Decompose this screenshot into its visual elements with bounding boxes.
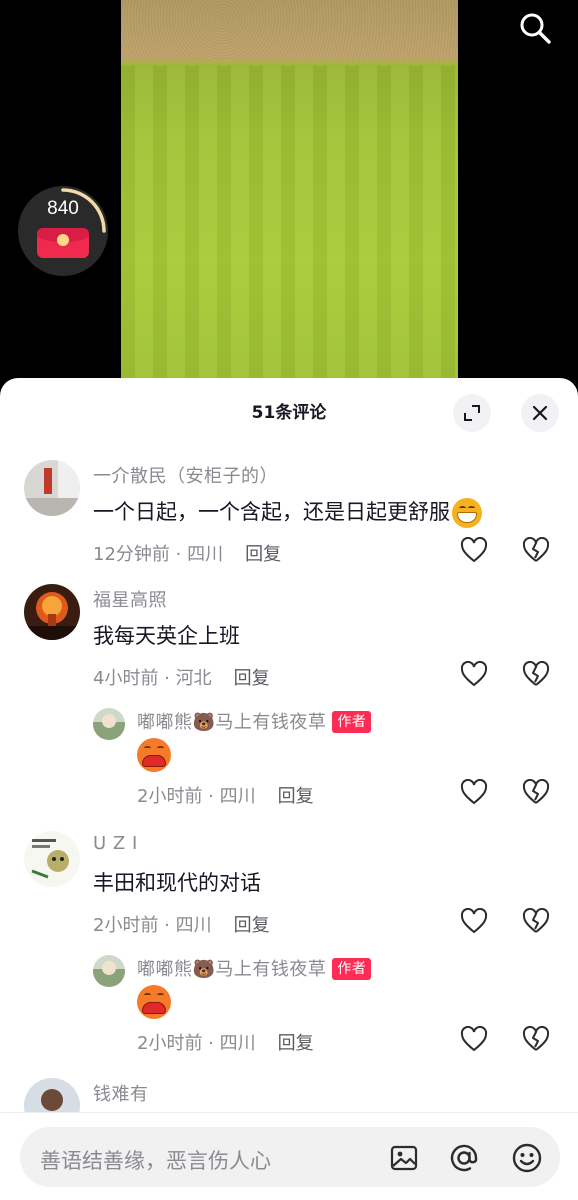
- comment-time: 4小时前 · 河北: [93, 668, 212, 689]
- comment-item: 一介散民（安柜子的） 一个日起，一个含起，还是日起更舒服 12分钟前 · 四川回…: [0, 460, 578, 570]
- broken-heart-icon: [522, 908, 550, 933]
- expand-icon: [464, 405, 480, 421]
- smiley-icon: [512, 1143, 542, 1173]
- comment-meta: 2小时前 · 四川 回复: [137, 1029, 314, 1055]
- image-button[interactable]: [387, 1141, 421, 1175]
- reply-username: 嘟嘟熊🐻马上有钱夜草: [137, 712, 327, 733]
- close-icon: [532, 405, 548, 421]
- dislike-button[interactable]: [520, 1023, 552, 1055]
- comment-username[interactable]: 嘟嘟熊🐻马上有钱夜草 作者: [137, 955, 372, 981]
- comment-input-bar: 善语结善缘，恶言伤人心: [0, 1112, 578, 1200]
- comment-item: U Z I 丰田和现代的对话 2小时前 · 四川 回复: [0, 831, 578, 941]
- reply-button[interactable]: 回复: [278, 786, 314, 807]
- avatar[interactable]: [24, 584, 80, 640]
- video-frame[interactable]: [121, 0, 458, 395]
- comment-item: 钱难有: [0, 1078, 578, 1112]
- like-button[interactable]: [458, 534, 490, 566]
- heart-icon: [460, 1026, 488, 1052]
- author-badge: 作者: [332, 711, 372, 733]
- comment-time: 2小时前 · 四川: [137, 786, 256, 807]
- comment-text: 一个日起，一个含起，还是日起更舒服: [93, 496, 482, 528]
- close-button[interactable]: [521, 394, 559, 432]
- comment-time: 2小时前 · 四川: [93, 915, 212, 936]
- comment-meta: 2小时前 · 四川 回复: [93, 911, 270, 937]
- comment-meta: 12分钟前 · 四川 回复: [93, 540, 281, 566]
- at-icon: [450, 1144, 478, 1172]
- comment-username[interactable]: 钱难有: [93, 1080, 149, 1106]
- avatar[interactable]: [24, 831, 80, 887]
- reply-button[interactable]: 回复: [234, 668, 270, 689]
- comment-text: 丰田和现代的对话: [93, 871, 261, 895]
- like-button[interactable]: [458, 776, 490, 808]
- expand-button[interactable]: [453, 394, 491, 432]
- crying-laugh-emoji-icon: [137, 738, 171, 772]
- heart-icon: [460, 908, 488, 934]
- avatar[interactable]: [24, 1078, 80, 1112]
- comment-meta: 2小时前 · 四川 回复: [137, 782, 314, 808]
- comment-username[interactable]: U Z I: [93, 833, 138, 854]
- dislike-button[interactable]: [520, 905, 552, 937]
- reply-button[interactable]: 回复: [278, 1033, 314, 1054]
- broken-heart-icon: [522, 537, 550, 562]
- search-button[interactable]: [515, 8, 555, 48]
- reply-item: 嘟嘟熊🐻马上有钱夜草 作者 2小时前 · 四川 回复: [0, 708, 578, 818]
- avatar[interactable]: [24, 460, 80, 516]
- crying-laugh-emoji-icon: [137, 985, 171, 1019]
- redpacket-count: 840: [47, 198, 79, 219]
- video-grass: [121, 66, 458, 395]
- dislike-button[interactable]: [520, 534, 552, 566]
- broken-heart-icon: [522, 779, 550, 804]
- reply-username: 嘟嘟熊🐻马上有钱夜草: [137, 959, 327, 980]
- heart-icon: [460, 779, 488, 805]
- redpacket-widget[interactable]: 840: [18, 186, 108, 276]
- comments-header: 51条评论: [0, 378, 578, 442]
- comment-list[interactable]: 一介散民（安柜子的） 一个日起，一个含起，还是日起更舒服 12分钟前 · 四川回…: [0, 442, 578, 1112]
- image-icon: [390, 1145, 418, 1171]
- like-button[interactable]: [458, 658, 490, 690]
- like-button[interactable]: [458, 1023, 490, 1055]
- red-envelope-icon: [37, 228, 89, 258]
- avatar[interactable]: [93, 955, 125, 987]
- reply-button[interactable]: 回复: [234, 915, 270, 936]
- heart-icon: [460, 661, 488, 687]
- comment-text: [137, 985, 171, 1019]
- comments-title: 51条评论: [251, 403, 327, 423]
- reply-button[interactable]: 回复: [245, 544, 281, 565]
- comment-text: 我每天英企上班: [93, 624, 240, 648]
- comments-sheet: 51条评论 一介散民（安柜子的） 一个日起，一个含起，还是日起更舒服 12分钟前…: [0, 378, 578, 1200]
- like-button[interactable]: [458, 905, 490, 937]
- heart-icon: [460, 537, 488, 563]
- mention-button[interactable]: [447, 1141, 481, 1175]
- comment-username[interactable]: 福星高照: [93, 586, 167, 612]
- comment-item: 福星高照 我每天英企上班 4小时前 · 河北 回复: [0, 584, 578, 694]
- emoji-button[interactable]: [510, 1141, 544, 1175]
- search-icon: [520, 13, 551, 44]
- avatar[interactable]: [93, 708, 125, 740]
- broken-heart-icon: [522, 1026, 550, 1051]
- video-texture: [121, 0, 458, 60]
- video-player[interactable]: 840: [0, 0, 578, 395]
- dislike-button[interactable]: [520, 658, 552, 690]
- broken-heart-icon: [522, 661, 550, 686]
- reply-item: 嘟嘟熊🐻马上有钱夜草 作者 2小时前 · 四川 回复: [0, 955, 578, 1065]
- grin-emoji-icon: [452, 498, 482, 528]
- comment-input[interactable]: 善语结善缘，恶言伤人心: [20, 1127, 560, 1187]
- comment-text: [137, 738, 171, 772]
- comment-time: 2小时前 · 四川: [137, 1033, 256, 1054]
- author-badge: 作者: [332, 958, 372, 980]
- dislike-button[interactable]: [520, 776, 552, 808]
- comment-meta: 4小时前 · 河北 回复: [93, 664, 270, 690]
- comment-time: 12分钟前 · 四川: [93, 544, 224, 565]
- comment-username[interactable]: 嘟嘟熊🐻马上有钱夜草 作者: [137, 708, 372, 734]
- comment-input-placeholder[interactable]: 善语结善缘，恶言伤人心: [40, 1145, 271, 1175]
- comment-username[interactable]: 一介散民（安柜子的）: [93, 462, 278, 488]
- comment-text-content: 一个日起，一个含起，还是日起更舒服: [93, 500, 450, 524]
